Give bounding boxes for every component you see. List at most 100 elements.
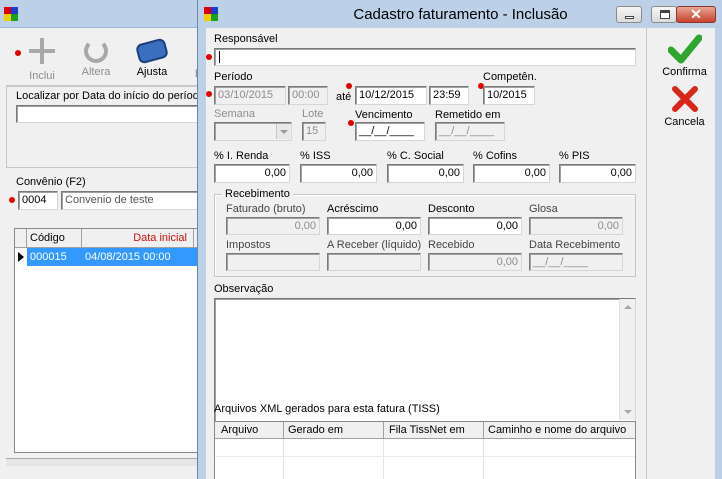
xml-grid[interactable]: Arquivo Gerado em Fila TissNet em Caminh… [214, 421, 636, 479]
ajusta-button[interactable]: Ajusta [132, 34, 172, 82]
ir-label: % I. Renda [214, 150, 269, 162]
background-title-bar [0, 0, 205, 28]
app-logo-icon [4, 7, 18, 21]
background-bottom-bar [6, 458, 205, 466]
iss-input[interactable]: 0,00 [300, 164, 377, 183]
cofins-label: % Cofins [473, 150, 518, 162]
xml-label: Arquivos XML gerados para esta fatura (T… [214, 403, 440, 415]
dialog-window: Cadastro faturamento - Inclusão ✕ Respon… [197, 0, 722, 479]
required-marker [346, 83, 352, 89]
checkmark-icon [667, 34, 702, 64]
close-icon: ✕ [690, 6, 702, 22]
dialog-title-bar: Cadastro faturamento - Inclusão ✕ [198, 0, 722, 28]
table-row[interactable]: 000015 04/08/2015 00:00 [15, 248, 206, 266]
required-marker [206, 54, 212, 60]
periodo-end-date[interactable]: 10/12/2015 [355, 86, 427, 105]
desconto-input[interactable]: 0,00 [428, 217, 522, 235]
convenio-label: Convênio (F2) [16, 176, 86, 188]
localizar-label: Localizar por Data do início do período [16, 90, 205, 102]
minimize-icon [625, 16, 634, 19]
recebido-label: Recebido [428, 239, 475, 251]
row-codigo: 000015 [30, 251, 67, 263]
remetido-label: Remetido em [435, 109, 501, 121]
ir-input[interactable]: 0,00 [214, 164, 290, 183]
data-recebimento-input: __/__/____ [529, 253, 623, 271]
plus-icon [27, 36, 57, 66]
required-marker [9, 197, 15, 203]
ate-label: até [336, 91, 352, 103]
xml-col-arquivo[interactable]: Arquivo [221, 424, 258, 436]
semana-select [214, 122, 292, 141]
row-data-inicial: 04/08/2015 00:00 [85, 251, 171, 263]
altera-button[interactable]: Altera [76, 34, 116, 82]
periodo-label: Período [214, 71, 253, 83]
semana-label: Semana [214, 108, 255, 120]
observacao-scrollbar[interactable] [619, 299, 635, 420]
search-panel: Localizar por Data do início do período [6, 86, 208, 168]
desconto-label: Desconto [428, 203, 475, 215]
csocial-input[interactable]: 0,00 [387, 164, 464, 183]
cofins-input[interactable]: 0,00 [473, 164, 550, 183]
cancel-x-icon [671, 86, 698, 112]
competencia-input[interactable]: 10/2015 [483, 86, 535, 105]
xml-col-caminho[interactable]: Caminho e nome do arquivo [488, 424, 626, 436]
scroll-down-icon[interactable] [624, 410, 632, 414]
keyboard-icon [134, 37, 170, 65]
faturado-input: 0,00 [226, 217, 320, 235]
glosa-input: 0,00 [529, 217, 623, 235]
observacao-label: Observação [214, 283, 274, 295]
faturado-label: Faturado (bruto) [226, 203, 306, 215]
required-marker [348, 120, 354, 126]
areceber-label: A Receber (líquido) [327, 239, 422, 251]
required-marker [206, 91, 212, 97]
competencia-label: Competên. [483, 71, 537, 83]
data-recebimento-label: Data Recebimento [529, 239, 621, 251]
background-window: Inclui Altera Ajusta E Localizar por Dat… [0, 0, 208, 479]
impostos-label: Impostos [226, 239, 271, 251]
text-cursor [219, 51, 220, 63]
dialog-title: Cadastro faturamento - Inclusão [353, 6, 568, 23]
cancela-button[interactable]: Cancela [657, 84, 712, 134]
acrescimo-label: Acréscimo [327, 203, 379, 215]
refresh-icon [84, 39, 108, 63]
areceber-input [327, 253, 421, 271]
remetido-input: __/__/____ [435, 122, 505, 141]
grid-col-codigo[interactable]: Código [30, 232, 80, 244]
xml-col-gerado[interactable]: Gerado em [288, 424, 343, 436]
dialog-client: Responsável Período 03/10/2015 00:00 até… [206, 28, 715, 479]
localizar-input[interactable] [16, 105, 208, 123]
toolbar: Inclui Altera Ajusta E [6, 32, 205, 84]
scroll-up-icon[interactable] [624, 305, 632, 309]
convenio-name-input: Convenio de teste [61, 191, 207, 210]
action-panel [646, 28, 647, 479]
pis-input[interactable]: 0,00 [559, 164, 636, 183]
minimize-button[interactable] [616, 6, 642, 23]
csocial-label: % C. Social [387, 150, 444, 162]
periodo-start-time: 00:00 [288, 86, 328, 105]
periodo-end-time[interactable]: 23:59 [429, 86, 469, 105]
faturamento-grid[interactable]: Código Data inicial 000015 04/08/2015 00… [14, 228, 206, 453]
glosa-label: Glosa [529, 203, 558, 215]
recebido-input: 0,00 [428, 253, 522, 271]
incluir-button[interactable]: Inclui [24, 34, 60, 82]
lote-input: 15 [302, 122, 326, 141]
impostos-input [226, 253, 320, 271]
vencimento-input[interactable]: __/__/____ [355, 122, 425, 141]
iss-label: % ISS [300, 150, 331, 162]
grid-header: Código Data inicial [15, 229, 206, 248]
maximize-button[interactable] [651, 6, 677, 23]
close-button[interactable]: ✕ [676, 6, 716, 23]
responsavel-input[interactable] [214, 48, 636, 66]
convenio-code-input[interactable]: 0004 [18, 191, 58, 210]
confirma-button[interactable]: Confirma [657, 34, 712, 84]
row-pointer-icon [18, 252, 24, 262]
grid-col-data-inicial[interactable]: Data inicial [83, 232, 191, 244]
required-marker [15, 50, 21, 56]
xml-col-fila[interactable]: Fila TissNet em [389, 424, 465, 436]
lote-label: Lote [302, 108, 324, 120]
responsavel-label: Responsável [214, 33, 278, 45]
xml-grid-header: Arquivo Gerado em Fila TissNet em Caminh… [215, 422, 635, 439]
recebimento-title: Recebimento [222, 188, 293, 200]
acrescimo-input[interactable]: 0,00 [327, 217, 421, 235]
chevron-down-icon [276, 124, 290, 139]
